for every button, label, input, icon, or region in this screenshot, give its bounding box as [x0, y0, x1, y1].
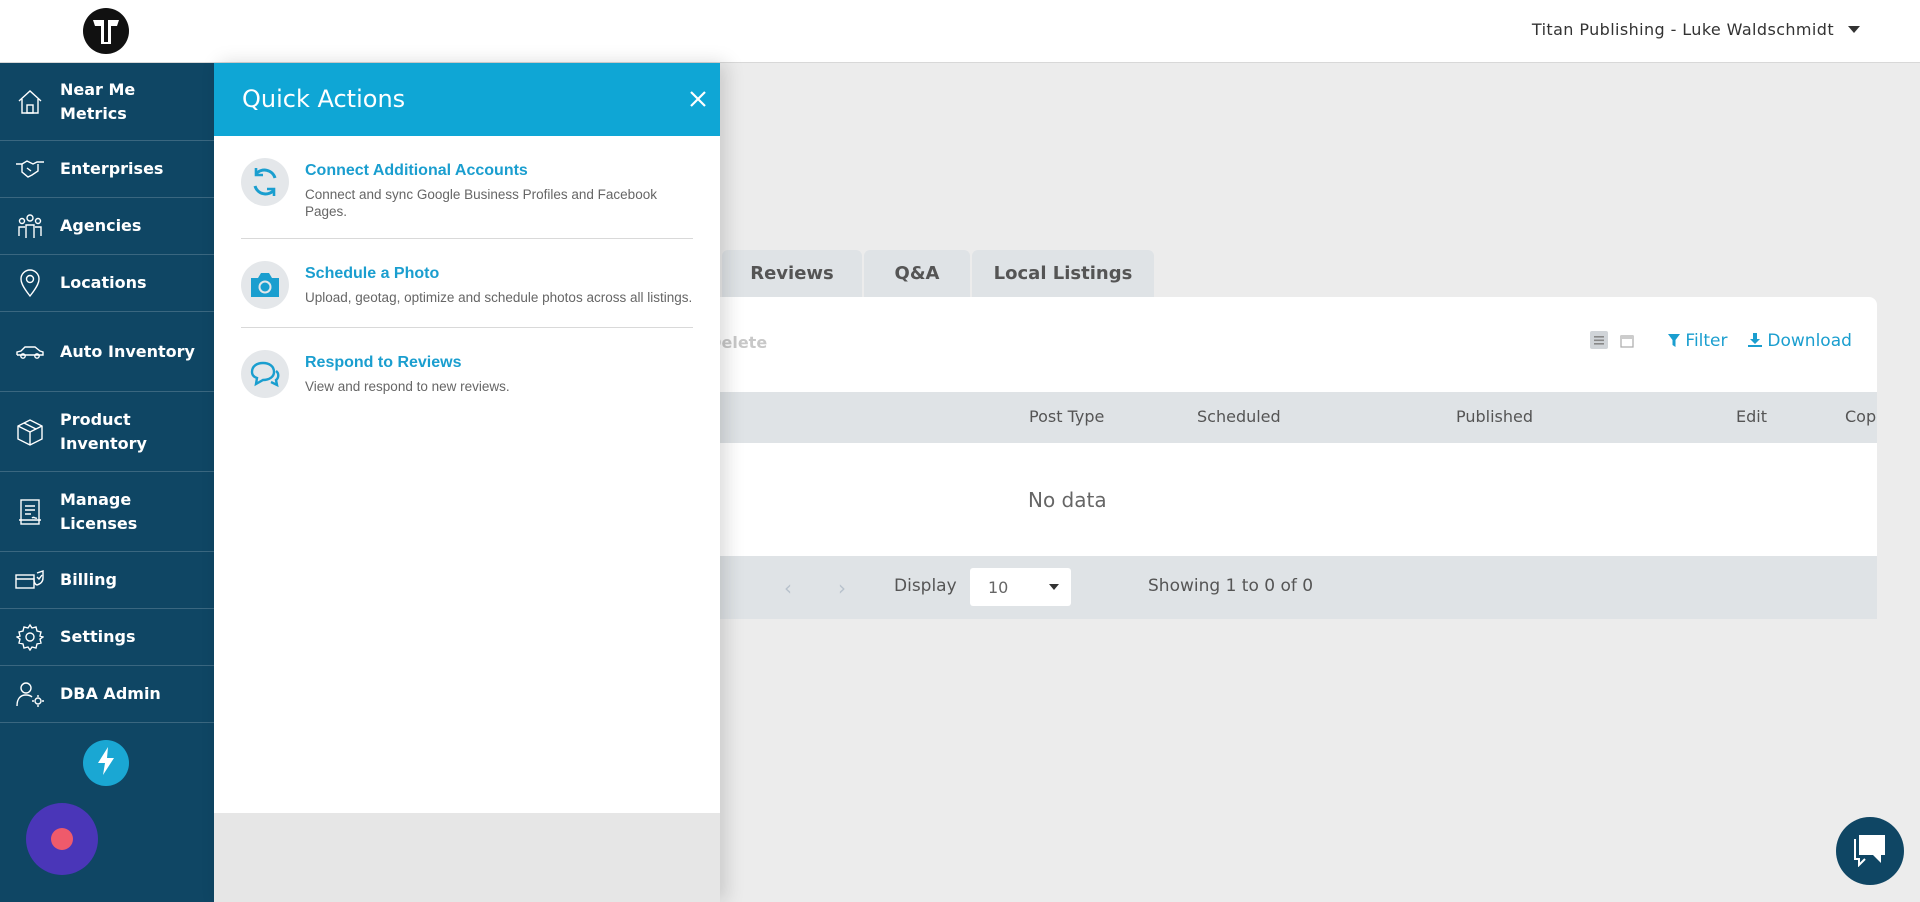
tab-local-listings[interactable]: Local Listings — [972, 250, 1154, 297]
chevron-right-icon[interactable]: › — [838, 576, 846, 600]
quick-actions-list: Connect Additional Accounts Connect and … — [214, 136, 720, 416]
filter-button[interactable]: Filter — [1668, 331, 1728, 351]
sidebar-item-label: Enterprises — [60, 159, 164, 178]
license-icon — [0, 498, 60, 526]
sidebar-item-label: Near Me Metrics — [60, 79, 136, 123]
page-size-select[interactable]: 10 — [970, 568, 1071, 606]
download-label: Download — [1767, 331, 1852, 351]
account-label: Titan Publishing - Luke Waldschmidt — [1531, 20, 1834, 39]
account-menu[interactable]: Titan Publishing - Luke Waldschmidt — [1532, 20, 1860, 39]
tab-bar: Reviews Q&A Local Listings — [722, 250, 1154, 297]
sidebar-item-manage-licenses[interactable]: Manage Licenses — [0, 472, 214, 552]
chat-icon — [1851, 831, 1889, 871]
handshake-icon — [0, 158, 60, 180]
record-button[interactable] — [26, 803, 98, 875]
empty-state-text: No data — [1028, 488, 1107, 512]
quick-action-connect-accounts[interactable]: Connect Additional Accounts Connect and … — [241, 136, 693, 239]
sidebar-item-settings[interactable]: Settings — [0, 609, 214, 666]
titan-logo-icon[interactable] — [83, 8, 129, 54]
quick-action-description: Upload, geotag, optimize and schedule ph… — [305, 290, 693, 305]
sidebar-item-label: Product Inventory — [60, 409, 147, 453]
col-scheduled[interactable]: Scheduled — [1197, 407, 1281, 426]
calendar-view-icon[interactable] — [1620, 333, 1634, 352]
pagination-bar: ‹ › Display 10 Showing 1 to 0 of 0 — [700, 556, 1877, 619]
sidebar-item-label: Manage Licenses — [60, 489, 138, 533]
sidebar-item-label: Agencies — [60, 216, 142, 235]
chevron-left-icon[interactable]: ‹ — [784, 576, 792, 600]
drawer-header: Quick Actions — [214, 63, 720, 136]
top-bar: Titan Publishing - Luke Waldschmidt — [0, 0, 1920, 63]
car-icon — [0, 344, 60, 360]
sidebar-item-label: Billing — [60, 570, 117, 589]
quick-action-title[interactable]: Connect Additional Accounts — [305, 162, 693, 180]
list-view-icon[interactable] — [1590, 331, 1608, 353]
sidebar-item-auto-inventory[interactable]: Auto Inventory — [0, 312, 214, 392]
sidebar-item-label: Settings — [60, 627, 136, 646]
chat-widget-button[interactable] — [1836, 817, 1904, 885]
map-pin-icon — [0, 269, 60, 297]
tab-qa[interactable]: Q&A — [864, 250, 970, 297]
quick-action-schedule-photo[interactable]: Schedule a Photo Upload, geotag, optimiz… — [241, 239, 693, 328]
col-published[interactable]: Published — [1456, 407, 1533, 426]
display-label: Display — [894, 576, 957, 596]
sidebar: Near Me Metrics Enterprises Agencies Loc… — [0, 63, 214, 902]
quick-action-title[interactable]: Schedule a Photo — [305, 265, 692, 283]
record-dot-icon — [51, 828, 73, 850]
drawer-title: Quick Actions — [242, 85, 406, 113]
close-icon[interactable] — [684, 85, 712, 113]
sidebar-item-agencies[interactable]: Agencies — [0, 198, 214, 255]
col-copy: Cop — [1845, 407, 1877, 426]
sidebar-item-dba-admin[interactable]: DBA Admin — [0, 666, 214, 723]
admin-user-icon — [0, 680, 60, 708]
filter-label: Filter — [1685, 331, 1728, 351]
people-icon — [0, 212, 60, 240]
box-icon — [0, 418, 60, 446]
billing-icon — [0, 569, 60, 591]
quick-action-description: Connect and sync Google Business Profile… — [305, 187, 657, 219]
view-toggle — [1590, 331, 1634, 353]
filter-icon — [1668, 331, 1685, 351]
table-header: Post Type Scheduled Published Edit Cop — [700, 392, 1877, 443]
chevron-down-icon — [1049, 584, 1059, 590]
camera-icon — [241, 261, 289, 309]
col-edit: Edit — [1736, 407, 1767, 426]
home-icon — [0, 88, 60, 116]
sidebar-item-billing[interactable]: Billing — [0, 552, 214, 609]
sidebar-item-near-me-metrics[interactable]: Near Me Metrics — [0, 63, 214, 141]
sync-icon — [241, 158, 289, 206]
sidebar-item-label: Locations — [60, 273, 147, 292]
page-size-value: 10 — [988, 577, 1009, 597]
sidebar-item-product-inventory[interactable]: Product Inventory — [0, 392, 214, 472]
chat-bubbles-icon — [241, 350, 289, 398]
quick-action-title[interactable]: Respond to Reviews — [305, 354, 510, 372]
tab-reviews[interactable]: Reviews — [722, 250, 862, 297]
drawer-footer — [214, 813, 720, 902]
quick-action-respond-reviews[interactable]: Respond to Reviews View and respond to n… — [241, 328, 693, 416]
sidebar-item-enterprises[interactable]: Enterprises — [0, 141, 214, 198]
chevron-down-icon — [1848, 26, 1860, 33]
col-post-type[interactable]: Post Type — [1029, 407, 1104, 426]
download-icon — [1748, 331, 1767, 351]
quick-actions-button[interactable] — [83, 740, 129, 786]
quick-action-description: View and respond to new reviews. — [305, 379, 510, 394]
gear-icon — [0, 623, 60, 651]
download-button[interactable]: Download — [1748, 331, 1852, 351]
sidebar-item-label: Auto Inventory — [60, 341, 195, 361]
quick-actions-drawer: Quick Actions Connect Additional Account… — [214, 63, 720, 902]
showing-count: Showing 1 to 0 of 0 — [1148, 576, 1314, 596]
sidebar-item-locations[interactable]: Locations — [0, 255, 214, 312]
lightning-bolt-icon — [96, 747, 116, 779]
sidebar-item-label: DBA Admin — [60, 684, 161, 703]
